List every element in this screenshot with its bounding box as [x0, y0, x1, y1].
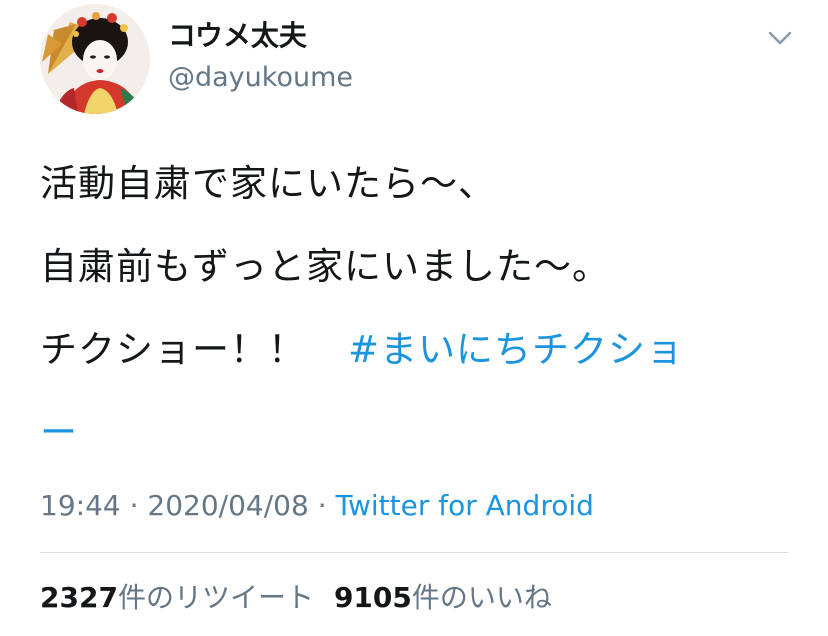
divider — [40, 552, 788, 553]
meta-separator: · — [120, 489, 148, 522]
user-info: コウメ太夫 @dayukoume — [168, 18, 353, 96]
tweet-line-2: 自粛前もずっと家にいました〜。 — [40, 245, 610, 288]
tweet-meta: 19:44 · 2020/04/08 · Twitter for Android — [40, 486, 594, 526]
avatar[interactable] — [40, 4, 150, 114]
hashtag-link-continued[interactable]: ー — [40, 411, 78, 454]
tweet-detail: コウメ太夫 @dayukoume 活動自粛で家にいたら〜、 自粛前もずっと家にい… — [0, 0, 828, 636]
retweets-count: 2327 — [40, 581, 118, 614]
likes-stat[interactable]: 9105件のいいね — [334, 578, 552, 618]
source-link[interactable]: Twitter for Android — [336, 489, 594, 522]
avatar-image — [40, 4, 150, 114]
tweet-time: 19:44 — [40, 489, 121, 522]
likes-count: 9105 — [333, 581, 412, 614]
tweet-header: コウメ太夫 @dayukoume — [40, 4, 793, 116]
hashtag-link[interactable]: #まいにちチクショ — [348, 328, 684, 371]
tweet-line-3-text: チクショー！！ — [40, 328, 306, 371]
tweet-line-1: 活動自粛で家にいたら〜、 — [40, 162, 496, 205]
retweets-label: 件のリツイート — [117, 581, 314, 614]
tweet-line-4: ー — [40, 391, 760, 474]
display-name[interactable]: コウメ太夫 — [168, 18, 353, 54]
tweet-stats: 2327件のリツイート 9105件のいいね — [40, 578, 552, 618]
meta-separator: · — [308, 489, 336, 522]
tweet-line-3: チクショー！！ #まいにちチクショ — [40, 308, 760, 391]
retweets-stat[interactable]: 2327件のリツイート — [40, 578, 314, 618]
user-handle[interactable]: @dayukoume — [168, 60, 353, 96]
tweet-date: 2020/04/08 — [147, 489, 309, 522]
tweet-text: 活動自粛で家にいたら〜、 自粛前もずっと家にいました〜。 チクショー！！ #まいに… — [40, 142, 760, 474]
likes-label: 件のいいね — [411, 581, 552, 614]
chevron-down-icon[interactable] — [767, 28, 793, 48]
